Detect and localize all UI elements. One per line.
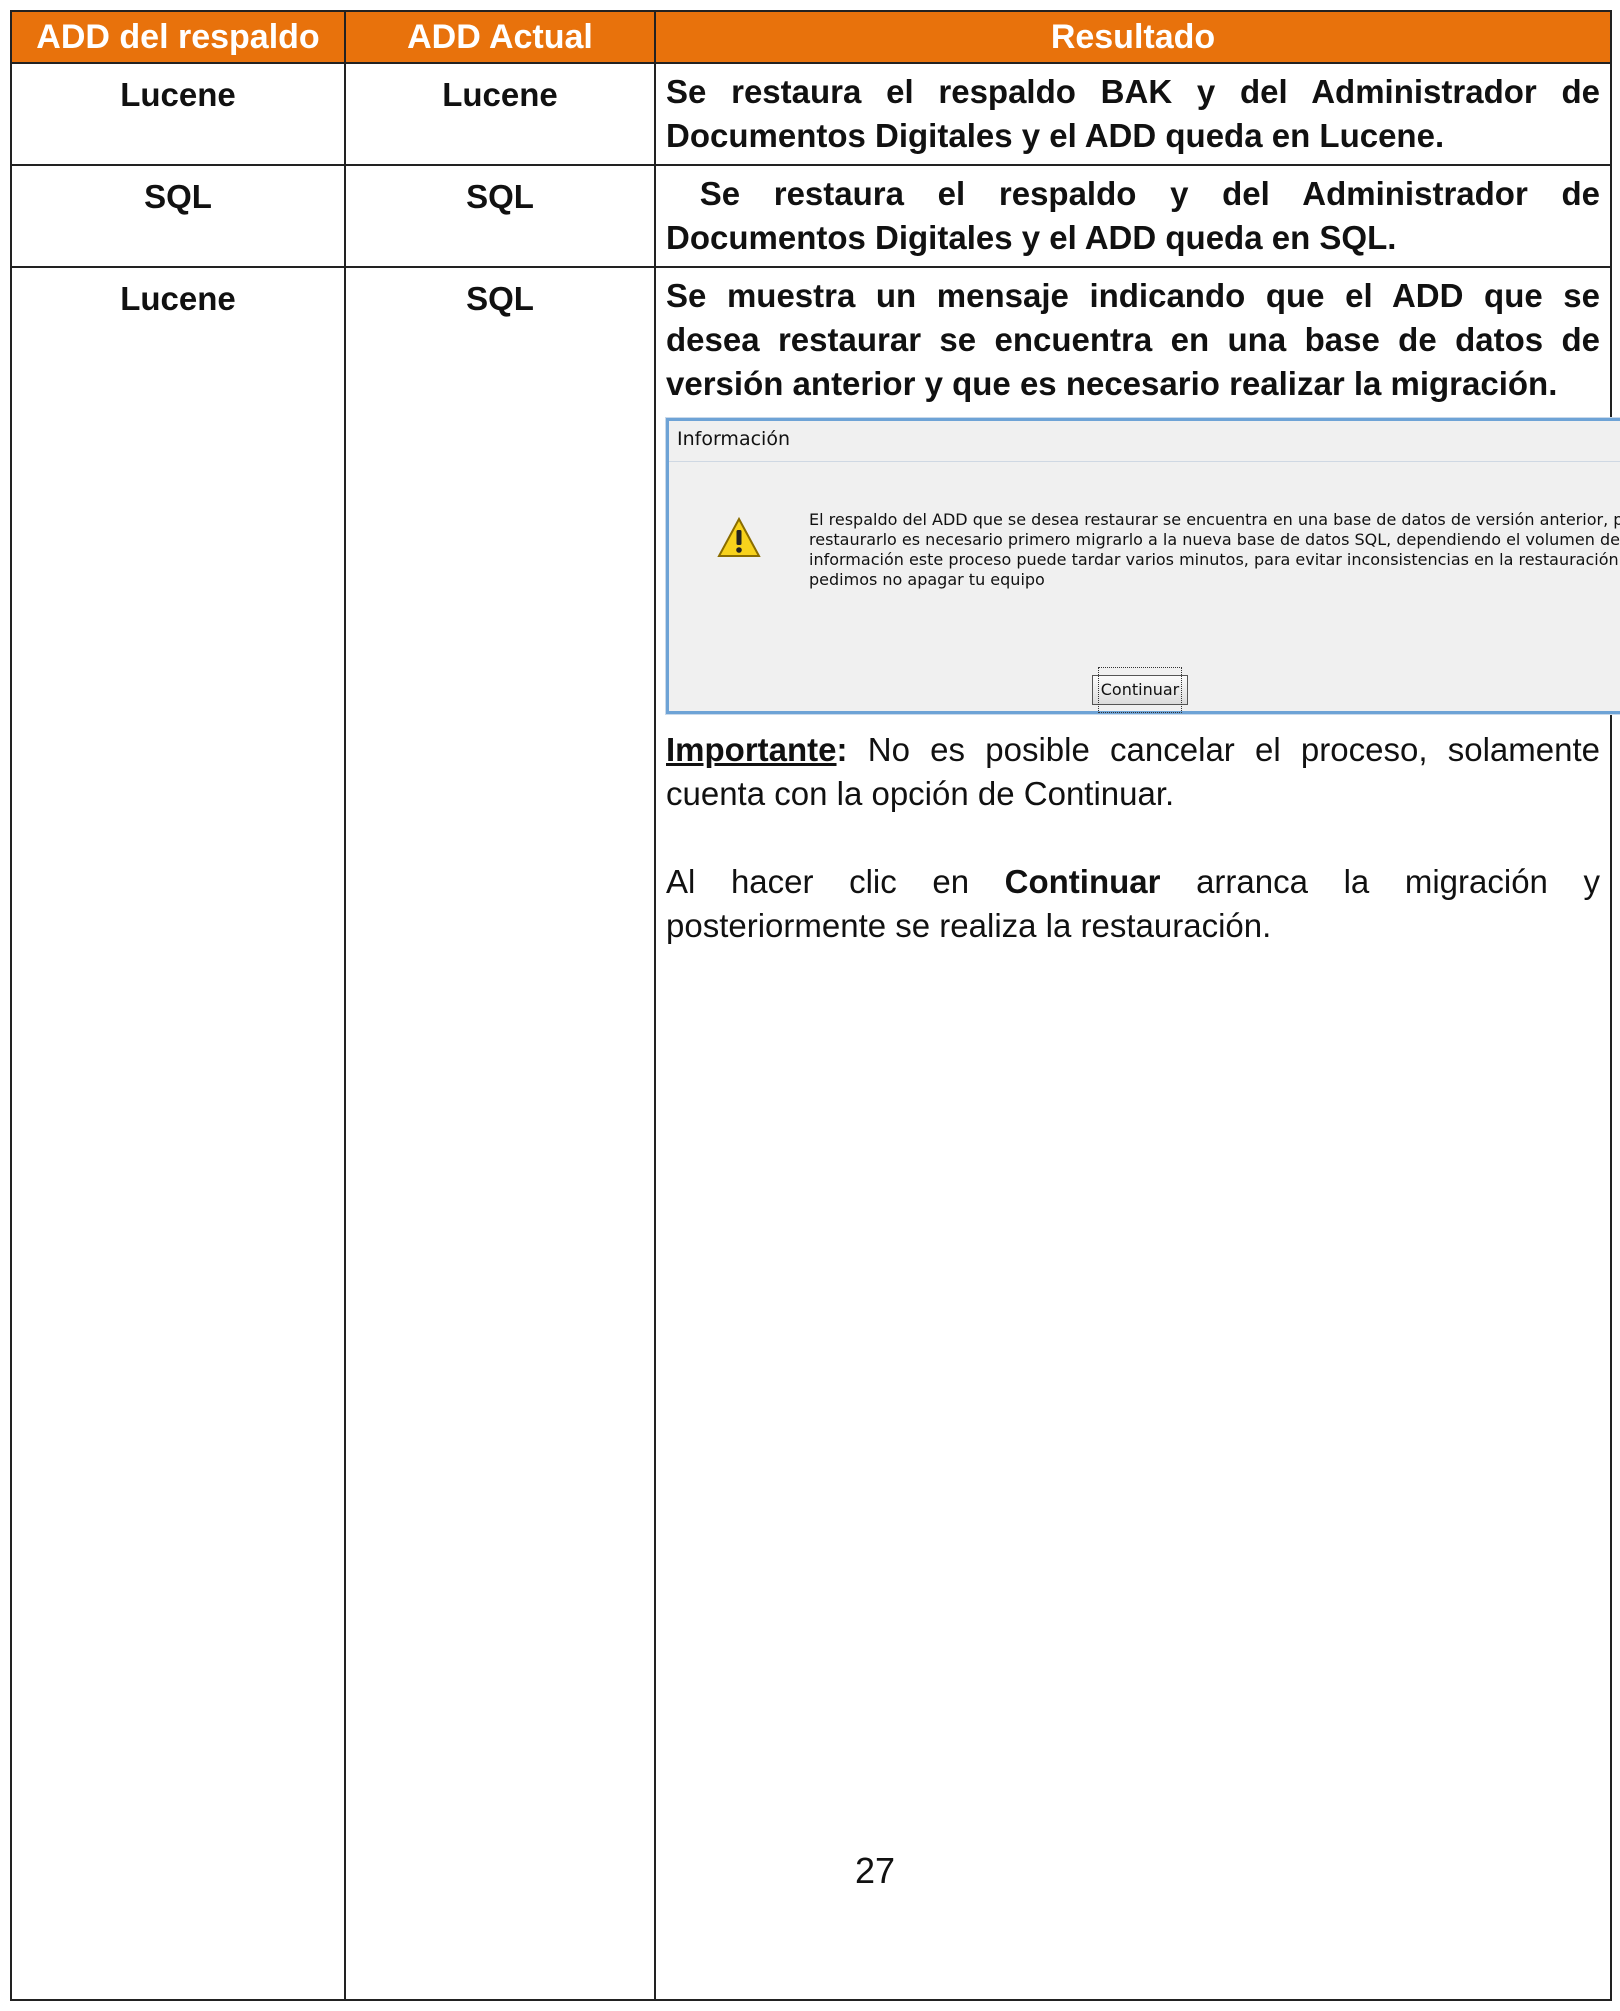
page-number: 27 — [855, 1850, 896, 1891]
resultado-text: Se restaura el respaldo y del Administra… — [666, 175, 1610, 256]
cell-actual: Lucene — [344, 62, 656, 166]
important-colon: : — [836, 731, 848, 768]
dialog-body: El respaldo del ADD que se desea restaur… — [669, 461, 1620, 713]
cell-resultado: Se muestra un mensaje indicando que el A… — [654, 266, 1620, 2001]
cell-resultado: Se restaura el respaldo y del Administra… — [654, 164, 1612, 268]
warning-icon — [717, 516, 761, 557]
important-label: Importante — [666, 731, 837, 768]
para-pre: Al hacer clic en — [666, 863, 1005, 900]
cell-respaldo: Lucene — [10, 62, 346, 166]
continue-paragraph: Al hacer clic en Continuar arranca la mi… — [666, 860, 1600, 948]
important-note: Importante: No es posible cancelar el pr… — [666, 728, 1600, 816]
resultado-text: Se muestra un mensaje indicando que el A… — [666, 277, 1600, 402]
table-row: Lucene SQL Se muestra un mensaje indican… — [10, 266, 1620, 2001]
table-row: Lucene Lucene Se restaura el respaldo BA… — [10, 62, 1612, 166]
continuar-button[interactable]: Continuar — [1092, 667, 1188, 713]
cell-actual: SQL — [344, 266, 656, 2001]
resultado-text: Se restaura el respaldo BAK y del Admini… — [666, 73, 1600, 154]
table-header-row: ADD del respaldo ADD Actual Resultado — [10, 10, 1612, 64]
document-page: ADD del respaldo ADD Actual Resultado Lu… — [10, 10, 1620, 2001]
header-resultado: Resultado — [654, 10, 1612, 64]
information-dialog: Información El respaldo del ADD que se d… — [666, 418, 1620, 714]
dialog-title: Información — [677, 428, 790, 450]
cell-actual: SQL — [344, 164, 656, 268]
dialog-message: El respaldo del ADD que se desea restaur… — [809, 510, 1620, 589]
cell-resultado: Se restaura el respaldo BAK y del Admini… — [654, 62, 1612, 166]
table-row: SQL SQL Se restaura el respaldo y del Ad… — [10, 164, 1612, 268]
results-table: ADD del respaldo ADD Actual Resultado Lu… — [10, 10, 1620, 2001]
continuar-button-label: Continuar — [1097, 667, 1183, 713]
header-add-actual: ADD Actual — [344, 10, 656, 64]
para-bold-continuar: Continuar — [1004, 863, 1161, 900]
header-add-respaldo: ADD del respaldo — [10, 10, 346, 64]
cell-respaldo: SQL — [10, 164, 346, 268]
cell-respaldo: Lucene — [10, 266, 346, 2001]
